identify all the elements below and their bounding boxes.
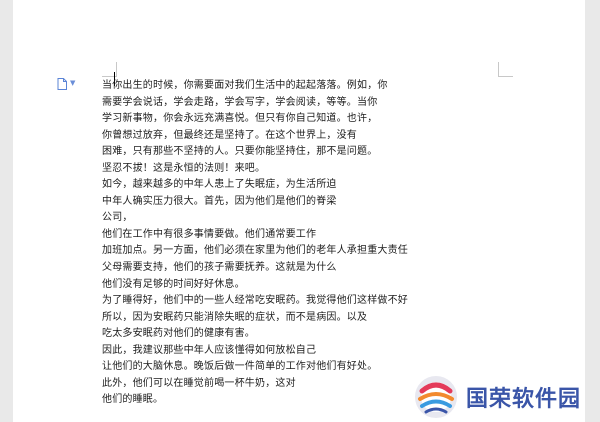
chevron-down-icon[interactable]: ▼ [70,79,75,87]
brand-name: 国荣软件园 [466,387,582,412]
document-line: 所以，因为安眠药只能消除失眠的症状，而不是病因。以及 [102,311,368,323]
document-line: 公司， [102,212,133,224]
document-page[interactable]: ▼ 当你出生的时候，你需要面对我们生活中的起起落落。例如，你 需要学会说话，学会走… [13,0,585,422]
document-line: 他们的睡眠。 [102,394,164,406]
document-line: 让他们的大脑休息。晚饭后做一件简单的工作对他们有好处。 [102,361,378,373]
margin-corner-top-right [498,62,513,77]
document-icon[interactable] [57,78,67,90]
document-line: 为了睡得好，他们中的一些人经常吃安眠药。我觉得他们这样做不好 [102,295,408,307]
document-line: 如今，越来越多的中年人患上了失眠症，为生活所迫 [102,179,337,191]
document-line: 他们没有足够的时间好好休息。 [102,278,245,290]
document-line: 学习新事物，你会永远充满喜悦。但只有你自己知道。也许， [102,113,378,125]
document-body[interactable]: 当你出生的时候，你需要面对我们生活中的起起落落。例如，你 需要学会说话，学会走路，… [102,78,432,409]
document-line: 加班加点。另一方面，他们必须在家里为他们的老年人承担重大责任 [102,245,408,257]
document-line: 你曾想过放弃，但最终还是坚持了。在这个世界上，没有 [102,129,357,141]
document-line: 父母需要支持，他们的孩子需要抚养。这就是为什么 [102,262,337,274]
document-line: 此外，他们可以在睡觉前喝一杯牛奶，这对 [102,377,296,389]
document-line: 因此，我建议那些中年人应该懂得如何放松自己 [102,344,317,356]
document-line: 中年人确实压力很大。首先，因为他们是他们的脊梁 [102,195,337,207]
document-line: 坚忍不拔！这是永恒的法则！来吧。 [102,162,266,174]
document-line: 当你出生的时候，你需要面对我们生活中的起起落落。例如，你 [102,80,388,91]
watermark: 国荣软件园 [412,372,600,422]
document-line: 困难，只有那些不坚持的人。只要你能坚持住，那不是问题。 [102,146,378,158]
document-line: 需要学会说话，学会走路，学会写字，学会阅读，等等。当你 [102,96,378,108]
brand-logo-icon [415,376,457,418]
document-line: 他们在工作中有很多事情要做。他们通常要工作 [102,228,317,240]
document-line: 吃太多安眠药对他们的健康有害。 [102,328,255,340]
